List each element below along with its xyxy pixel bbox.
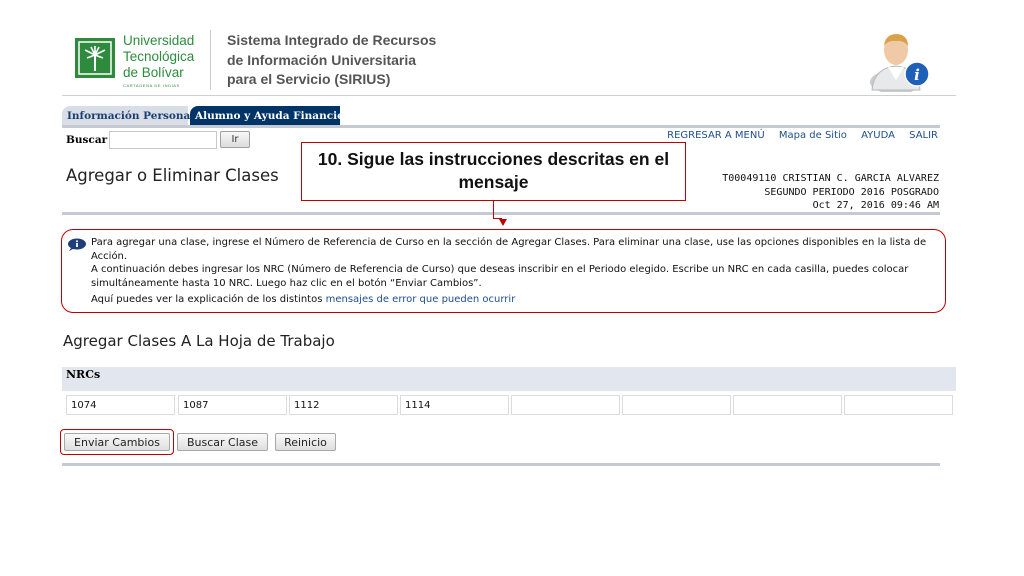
system-title: Sistema Integrado de Recursos de Informa… [227, 32, 437, 87]
nrc-input-6[interactable] [622, 395, 731, 415]
student-date: Oct 27, 2016 09:46 AM [812, 200, 939, 211]
nrc-input-3[interactable] [289, 395, 398, 415]
send-changes-button[interactable]: Enviar Cambios [64, 433, 170, 451]
instruction-callout: 10. Sigue las instrucciones descritas en… [301, 142, 686, 201]
info-paragraph-3-text: Aquí puedes ver la explicación de los di… [91, 294, 326, 305]
tab-bar-divider [62, 125, 940, 128]
link-mapa-sitio[interactable]: Mapa de Sitio [779, 130, 847, 141]
info-paragraph-1: Para agregar una clase, ingrese el Númer… [91, 237, 927, 262]
info-message: Para agregar una clase, ingrese el Númer… [91, 236, 936, 307]
nrc-header-label: NRCs [66, 368, 101, 381]
university-name: Universidad Tecnológica de Bolívar [123, 33, 195, 80]
university-logo [75, 38, 115, 78]
reset-button[interactable]: Reinicio [275, 433, 336, 451]
tab-alumno-ayuda-financiera[interactable]: Alumno y Ayuda Financiera [190, 106, 356, 126]
page-title: Agregar o Eliminar Clases [66, 166, 279, 185]
info-bubble-icon [67, 236, 87, 251]
search-class-button[interactable]: Buscar Clase [177, 433, 268, 451]
nrc-header-bar [62, 367, 956, 391]
search-label: Buscar [66, 134, 108, 146]
bottom-divider [62, 463, 940, 466]
user-info-icon[interactable]: i [866, 30, 932, 94]
nrc-input-2[interactable] [178, 395, 287, 415]
svg-text:i: i [914, 66, 920, 84]
callout-arrow-icon [499, 219, 507, 226]
section-title: Agregar Clases A La Hoja de Trabajo [63, 332, 335, 350]
tab-informacion-personal[interactable]: Información Personal [62, 106, 194, 126]
search-input[interactable] [109, 131, 217, 149]
student-info: T00049110 CRISTIAN C. GARCIA ALVAREZ SEG… [722, 172, 939, 213]
palm-tree-logo-icon [75, 38, 115, 78]
nrc-input-row [62, 393, 956, 417]
header-divider [62, 95, 956, 96]
link-regresar-menu[interactable]: REGRESAR A MENÚ [667, 130, 765, 141]
info-paragraph-2: A continuación debes ingresar los NRC (N… [91, 264, 909, 289]
nrc-input-8[interactable] [844, 395, 953, 415]
error-messages-link[interactable]: mensajes de error que pueden ocurrir [326, 294, 516, 305]
nrc-input-7[interactable] [733, 395, 842, 415]
link-salir[interactable]: SALIR [909, 130, 938, 141]
university-tagline: CARTAGENA DE INDIAS [123, 83, 180, 88]
nrc-input-4[interactable] [400, 395, 509, 415]
callout-connector [493, 201, 502, 219]
info-paragraph-3: Aquí puedes ver la explicación de los di… [91, 293, 936, 307]
nrc-input-5[interactable] [511, 395, 620, 415]
student-period: SEGUNDO PERIODO 2016 POSGRADO [764, 186, 939, 198]
link-ayuda[interactable]: AYUDA [861, 130, 895, 141]
top-links: REGRESAR A MENÚ Mapa de Sitio AYUDA SALI… [656, 130, 938, 141]
student-id-name: T00049110 CRISTIAN C. GARCIA ALVAREZ [722, 173, 939, 184]
nrc-input-1[interactable] [66, 395, 175, 415]
header-separator [210, 30, 211, 90]
search-go-button[interactable]: Ir [220, 131, 250, 148]
